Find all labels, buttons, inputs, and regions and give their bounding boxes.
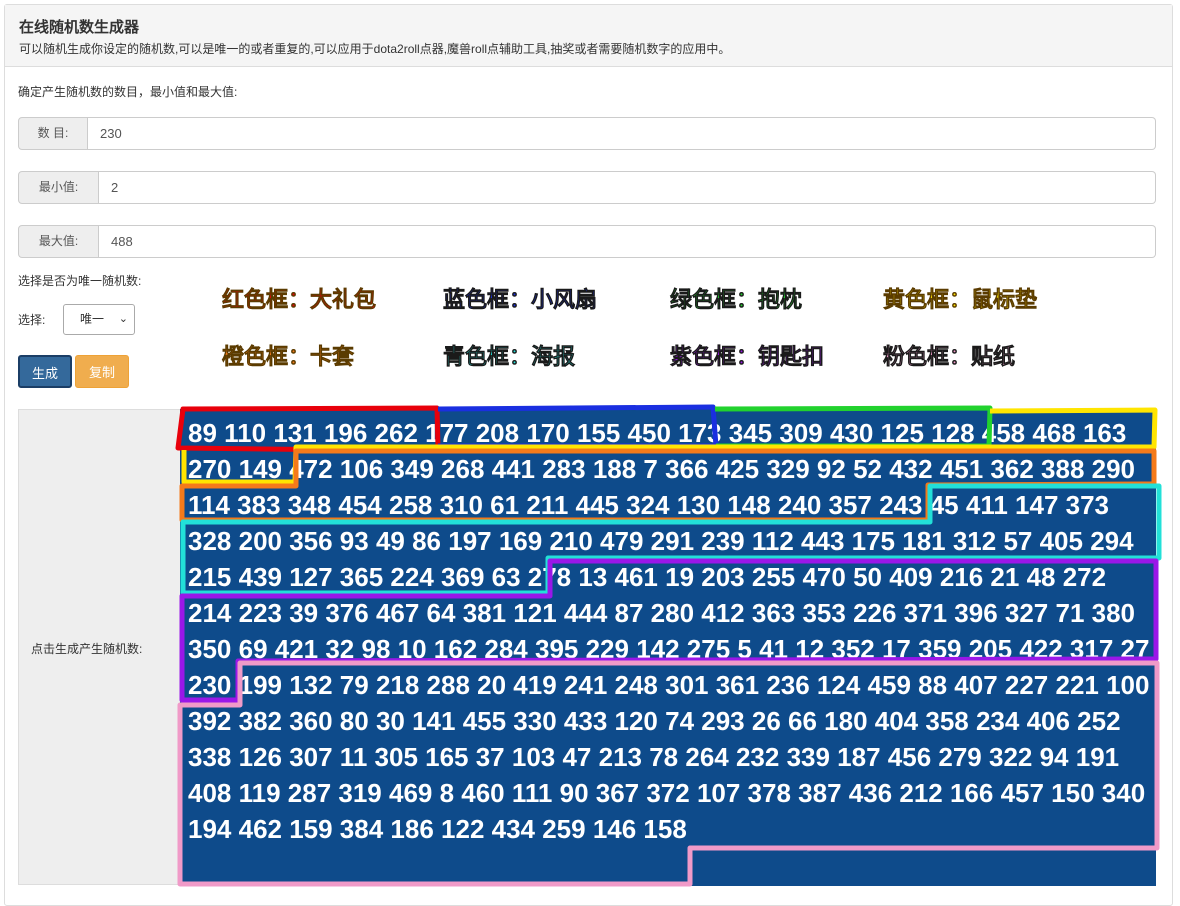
legend-red: 红色框：大礼包	[222, 287, 377, 314]
output-label: 点击生成产生随机数:	[31, 642, 143, 656]
max-input-group: 最大值: 488	[18, 225, 1156, 258]
random-numbers-output: 89 110 131 196 262 177 208 170 155 450 1…	[188, 418, 1150, 844]
legend-green: 绿色框：抱枕	[670, 287, 803, 314]
legend-pink: 粉色框：贴纸	[883, 344, 1016, 371]
max-input[interactable]: 488	[99, 225, 1156, 258]
legend-blue: 蓝色框：小风扇	[443, 287, 598, 314]
count-label: 数 目:	[18, 117, 88, 150]
page-title: 在线随机数生成器	[19, 19, 140, 36]
max-label: 最大值:	[18, 225, 99, 258]
panel-header: 在线随机数生成器 可以随机生成你设定的随机数,可以是唯一的或者重复的,可以应用于…	[5, 5, 1172, 67]
form-intro: 确定产生随机数的数目，最小值和最大值:	[18, 85, 238, 99]
legend-cyan: 青色框：海报	[443, 344, 576, 371]
legend-yellow: 黄色框：鼠标垫	[883, 287, 1038, 314]
legend-orange: 橙色框：卡套	[222, 344, 355, 371]
output-label-cell: 点击生成产生随机数:	[18, 409, 180, 885]
page-description: 可以随机生成你设定的随机数,可以是唯一的或者重复的,可以应用于dota2roll…	[19, 42, 731, 56]
copy-button[interactable]: 复制	[75, 355, 129, 388]
count-input[interactable]: 230	[88, 117, 1156, 150]
output-area[interactable]: 89 110 131 196 262 177 208 170 155 450 1…	[180, 409, 1156, 886]
unique-select[interactable]: 唯一 ⌄	[63, 304, 135, 335]
unique-select-value: 唯一	[80, 312, 105, 326]
min-input-group: 最小值: 2	[18, 171, 1156, 204]
generate-button[interactable]: 生成	[18, 355, 72, 388]
min-input[interactable]: 2	[99, 171, 1156, 204]
unique-prompt: 选择是否为唯一随机数:	[18, 274, 142, 288]
legend-purple: 紫色框：钥匙扣	[670, 344, 825, 371]
chevron-down-icon: ⌄	[118, 313, 128, 325]
select-label: 选择:	[18, 313, 46, 327]
count-input-group: 数 目: 230	[18, 117, 1156, 150]
min-label: 最小值:	[18, 171, 99, 204]
